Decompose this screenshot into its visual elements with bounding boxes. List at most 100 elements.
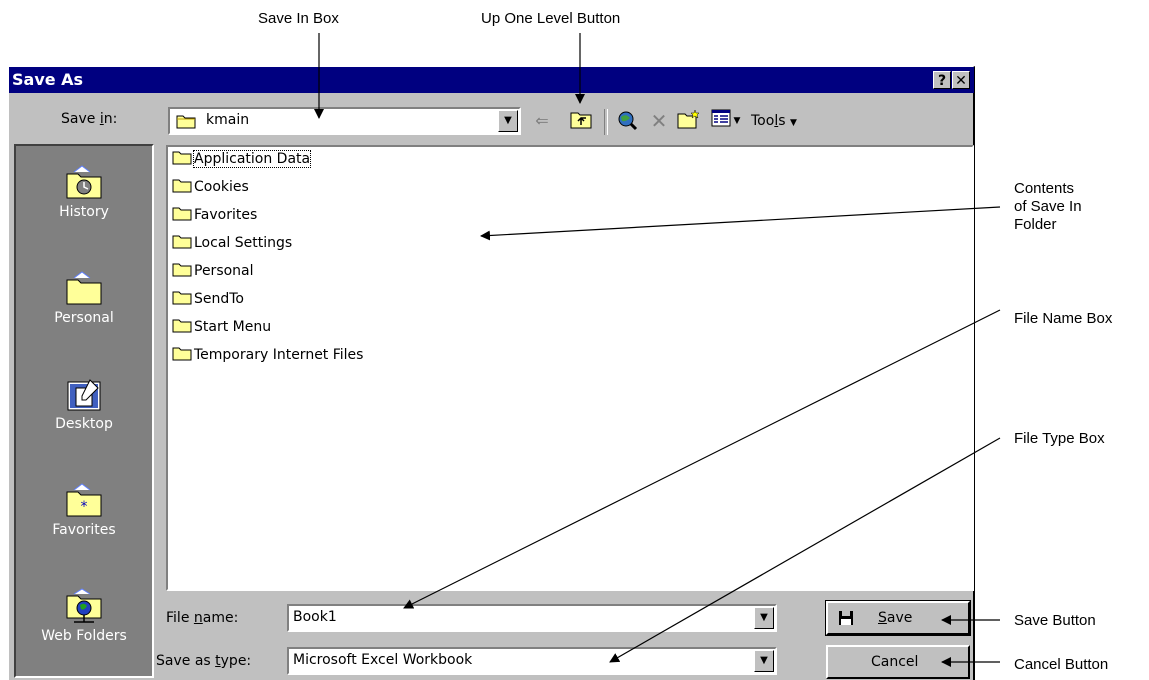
folder-icon [172,291,192,305]
close-button[interactable]: ✕ [952,71,970,89]
place-favorites[interactable]: * Favorites [16,482,152,538]
callout-save-in-box: Save In Box [258,10,339,27]
list-item[interactable]: Temporary Internet Files [172,345,363,365]
folder-icon [172,179,192,193]
tools-menu-button[interactable]: Tools ▼ [751,109,813,133]
save-label-post: ave [886,610,913,626]
back-arrow-icon: ⇐ [535,111,549,130]
save-label-key: S [878,610,887,626]
place-label: Desktop [55,416,113,432]
place-desktop[interactable]: Desktop [16,376,152,432]
file-name-label-post: ame: [202,610,239,626]
delete-icon: ✕ [650,109,668,133]
callout-contents-line1: Contents [1014,180,1075,197]
save-in-value: kmain [206,112,250,128]
folder-icon [172,263,192,277]
save-in-label-post: n: [103,111,118,127]
save-in-label-pre: Save [61,111,100,127]
history-icon [66,165,102,199]
up-one-level-button[interactable] [569,109,593,133]
svg-text:*: * [81,499,88,515]
toolbar-separator [604,109,608,135]
file-type-label-post: ype: [220,653,252,669]
place-history[interactable]: History [16,164,152,220]
tools-label-pre: Too [751,113,775,129]
place-label: History [59,204,109,220]
file-name: Temporary Internet Files [194,347,364,363]
file-name: SendTo [194,291,244,307]
search-web-button[interactable] [615,109,639,133]
folder-icon [176,113,196,133]
views-button[interactable] [709,109,733,133]
file-type-box[interactable]: Microsoft Excel Workbook ▼ [287,647,777,675]
callout-up-one-level: Up One Level Button [481,10,621,27]
new-folder-icon [677,109,700,129]
file-type-value: Microsoft Excel Workbook [293,652,473,668]
callout-file-type-box: File Type Box [1014,430,1105,447]
place-personal[interactable]: Personal [16,270,152,326]
tools-label-post: s [778,113,786,129]
places-bar: History Personal Desktop * Favorites Web… [14,144,154,678]
views-dropdown-button[interactable]: ▼ [731,109,743,133]
file-name: Application Data [192,150,312,168]
chevron-down-icon: ▼ [760,612,768,623]
views-icon [711,109,731,127]
back-button[interactable]: ⇐ [530,109,554,133]
web-folders-icon [66,588,102,623]
delete-button[interactable]: ✕ [647,109,671,133]
callout-save-button: Save Button [1014,612,1096,629]
create-new-folder-button[interactable] [677,109,701,133]
file-list[interactable]: Application Data Cookies Favorites Local… [166,145,974,591]
place-web-folders[interactable]: Web Folders [16,588,152,644]
floppy-disk-icon [839,611,853,625]
file-type-label: Save as type: [156,653,251,669]
save-in-label: Save in: [61,111,117,127]
cancel-button[interactable]: Cancel [826,645,970,679]
list-item[interactable]: SendTo [172,289,244,309]
list-item[interactable]: Start Menu [172,317,271,337]
chevron-down-icon: ▼ [733,116,741,126]
title-bar: Save As ? ✕ [9,67,974,93]
file-name-value: Book1 [293,609,337,625]
file-name: Personal [194,263,254,279]
file-name: Local Settings [194,235,293,251]
file-name: Favorites [194,207,258,223]
place-label: Web Folders [41,628,127,644]
close-icon: ✕ [955,73,967,89]
file-type-label-pre: Save as [156,653,216,669]
dialog-title: Save As [12,70,84,89]
place-label: Personal [54,310,114,326]
list-item[interactable]: Local Settings [172,233,292,253]
save-in-dropdown-button[interactable]: ▼ [498,110,518,132]
callout-file-name-box: File Name Box [1014,310,1113,327]
callout-contents-line3: Folder [1014,216,1057,233]
callout-contents-line2: of Save In [1014,198,1082,215]
file-name-box[interactable]: Book1 ▼ [287,604,777,632]
chevron-down-icon: ▼ [504,115,512,126]
place-label: Favorites [52,522,116,538]
list-item[interactable]: Application Data [172,149,312,169]
folder-icon [172,347,192,361]
list-item[interactable]: Personal [172,261,254,281]
help-button[interactable]: ? [933,71,951,89]
chevron-down-icon: ▼ [789,118,797,128]
file-name: Start Menu [194,319,272,335]
save-as-dialog: Save As ? ✕ Save in: kmain ▼ ⇐ ✕ ▼ Tools… [8,66,975,680]
cancel-button-label: Cancel [871,654,919,670]
folder-icon [172,151,192,165]
save-in-box[interactable]: kmain ▼ [168,107,521,135]
folder-icon [172,235,192,249]
favorites-icon: * [66,483,102,517]
personal-folder-icon [66,271,102,305]
up-folder-icon [570,112,592,129]
file-name-label-key: n [193,610,203,626]
save-button[interactable]: Save [825,600,971,636]
search-web-icon [618,111,638,131]
help-icon: ? [937,73,947,89]
folder-icon [172,319,192,333]
callout-contents: Contents of Save In Folder [1014,180,1082,234]
file-type-dropdown-button[interactable]: ▼ [754,650,774,672]
list-item[interactable]: Cookies [172,177,249,197]
list-item[interactable]: Favorites [172,205,257,225]
file-name-dropdown-button[interactable]: ▼ [754,607,774,629]
